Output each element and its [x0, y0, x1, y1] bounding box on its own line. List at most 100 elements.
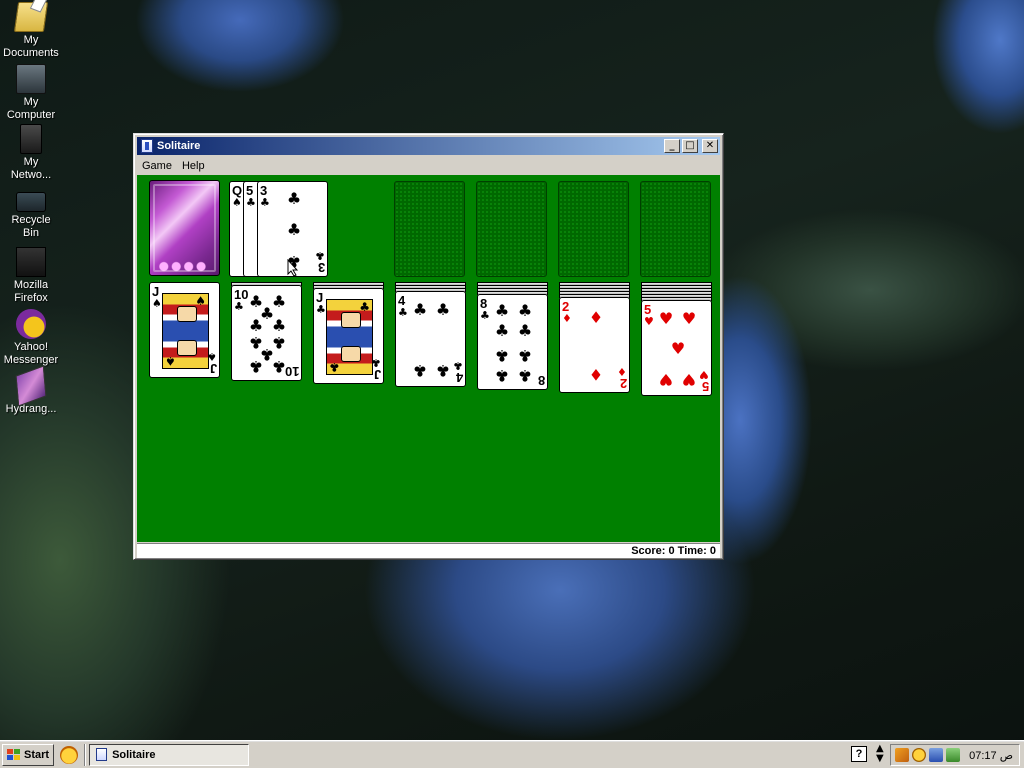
- taskbar-solitaire-button[interactable]: Solitaire: [89, 743, 250, 766]
- tray-expand-icon[interactable]: ▲ ▼: [876, 744, 884, 764]
- start-button[interactable]: Start: [2, 743, 55, 766]
- jack-face-art: ♣ ♣: [326, 299, 373, 375]
- network-tray-icon[interactable]: [929, 748, 943, 762]
- club-pip-icon: ♣: [517, 321, 533, 340]
- card-rank: 3: [317, 260, 325, 275]
- club-pip-icon: ♣: [248, 357, 264, 376]
- card-rank: 5: [701, 379, 709, 394]
- club-icon: ♣: [359, 300, 370, 314]
- menu-bar: Game Help: [137, 156, 720, 175]
- diamond-icon: ♦: [617, 365, 627, 378]
- mouse-pointer-icon: [287, 259, 299, 277]
- tableau-2-ten-clubs[interactable]: 10 ♣ ♣ ♣ ♣ ♣ ♣ ♣ ♣ ♣ ♣ ♣ 10: [231, 285, 302, 381]
- desktop-icon-firefox[interactable]: Mozilla Firefox: [0, 247, 62, 305]
- club-pip-icon: ♣: [271, 316, 287, 335]
- windows-logo-icon: [7, 748, 21, 761]
- club-pip-icon: ♣: [494, 346, 510, 365]
- tableau-4-four-clubs[interactable]: 4 ♣ ♣ ♣ ♣ ♣ 4 ♣: [395, 291, 466, 387]
- card-rank: 4: [455, 370, 463, 385]
- club-pip-icon: ♣: [286, 189, 302, 208]
- foundation-slot-2[interactable]: [476, 181, 547, 277]
- taskbar-solitaire-label: Solitaire: [112, 748, 156, 761]
- clock[interactable]: 07:17 ص: [969, 749, 1019, 762]
- taskbar-separator: [84, 743, 87, 766]
- desktop-icon-label: Messenger: [3, 354, 59, 366]
- desktop-icon-label: Bin: [23, 227, 39, 239]
- desktop-icon-label: Computer: [6, 109, 56, 121]
- desktop-icon-my-documents[interactable]: My Documents: [0, 2, 62, 60]
- solitaire-window[interactable]: Solitaire _ □ ✕ Game Help Q ♠ 5 ♣ 3 ♣ ♣ …: [133, 133, 724, 560]
- tableau-1-jack-spades[interactable]: J ♠ ♠ ♠ J ♠: [149, 282, 220, 378]
- my-documents-icon: [13, 2, 49, 32]
- spade-icon: ♠: [152, 297, 162, 310]
- desktop-icon-label: My: [23, 156, 39, 168]
- network-icon: [20, 124, 42, 154]
- club-pip-icon: ♣: [494, 301, 510, 320]
- club-pip-icon: ♣: [286, 220, 302, 239]
- club-pip-icon: ♣: [517, 366, 533, 385]
- card-rank: 10: [284, 364, 299, 379]
- title-bar[interactable]: Solitaire _ □ ✕: [137, 137, 720, 155]
- maximize-button[interactable]: □: [682, 139, 698, 153]
- desktop-icon-label: Recycle: [11, 214, 51, 226]
- game-table[interactable]: Q ♠ 5 ♣ 3 ♣ ♣ ♣ ♣ 3 ♣ J ♠ ♠ ♠ J ♠ 10 ♣ ♣…: [137, 175, 720, 542]
- menu-game[interactable]: Game: [137, 160, 177, 172]
- club-pip-icon: ♣: [435, 361, 451, 380]
- club-icon: ♣: [329, 360, 340, 374]
- recycle-bin-icon: [16, 192, 46, 212]
- diamond-pip-icon: ♦: [588, 308, 604, 327]
- diamond-pip-icon: ♦: [588, 365, 604, 384]
- close-button[interactable]: ✕: [702, 139, 718, 153]
- diamond-icon: ♦: [562, 312, 572, 325]
- smiley-tray-icon[interactable]: [912, 748, 926, 762]
- tableau-5-eight-clubs[interactable]: 8 ♣ ♣ ♣ ♣ ♣ ♣ ♣ ♣ ♣ 8: [477, 294, 548, 390]
- firefox-icon: [16, 247, 46, 277]
- desktop-icon-label: Yahoo!: [13, 341, 49, 353]
- solitaire-app-icon[interactable]: [141, 139, 153, 153]
- tableau-6-two-diamonds[interactable]: 2 ♦ ♦ ♦ 2 ♦: [559, 297, 630, 393]
- card-rank: J: [209, 361, 217, 376]
- my-computer-icon: [16, 64, 46, 94]
- club-icon: ♣: [453, 359, 463, 372]
- score-time-status: Score: 0 Time: 0: [631, 545, 716, 557]
- club-pip-icon: ♣: [248, 316, 264, 335]
- desktop-icon-yahoo-messenger[interactable]: Yahoo! Messenger: [0, 309, 62, 367]
- volume-tray-icon[interactable]: [946, 748, 960, 762]
- club-icon: ♣: [246, 196, 256, 209]
- solitaire-app-icon: [96, 748, 108, 761]
- menu-help[interactable]: Help: [177, 160, 210, 172]
- messenger-tray-icon[interactable]: [895, 748, 909, 762]
- card-rank: 2: [619, 376, 627, 391]
- heart-pip-icon: ♥: [658, 370, 674, 389]
- foundation-slot-4[interactable]: [640, 181, 711, 277]
- yahoo-messenger-icon: [16, 309, 46, 339]
- system-tray: 07:17 ص: [890, 744, 1020, 766]
- help-icon[interactable]: ?: [851, 746, 867, 762]
- club-icon: ♣: [260, 196, 270, 209]
- desktop-icon-label: Documents: [3, 47, 59, 59]
- desktop-icon-hydrangea[interactable]: Hydrang...: [0, 365, 62, 416]
- club-icon: ♣: [398, 306, 408, 319]
- start-label: Start: [24, 748, 50, 761]
- tableau-7-five-hearts[interactable]: 5 ♥ ♥ ♥ ♥ ♥ ♥ 5 ♥: [641, 300, 712, 396]
- club-icon: ♣: [315, 249, 325, 262]
- spade-icon: ♠: [165, 354, 176, 368]
- foundation-slot-1[interactable]: [394, 181, 465, 277]
- stock-pile[interactable]: [149, 180, 220, 276]
- minimize-button[interactable]: _: [664, 139, 680, 153]
- desktop-icon-label: Netwo...: [10, 169, 52, 181]
- desktop-icon-network[interactable]: My Netwo...: [0, 124, 62, 182]
- foundation-slot-3[interactable]: [558, 181, 629, 277]
- heart-pip-icon: ♥: [658, 309, 674, 328]
- desktop-icon-my-computer[interactable]: My Computer: [0, 64, 62, 122]
- hydrangea-file-icon: [15, 365, 47, 407]
- card-rank: 8: [537, 373, 545, 388]
- tableau-3-jack-clubs[interactable]: J ♣ ♣ ♣ J ♣: [313, 288, 384, 384]
- messenger-quicklaunch-icon[interactable]: [60, 745, 79, 764]
- club-pip-icon: ♣: [517, 301, 533, 320]
- desktop-icon-label: My: [23, 96, 39, 108]
- club-pip-icon: ♣: [517, 346, 533, 365]
- club-pip-icon: ♣: [494, 366, 510, 385]
- desktop-icon-recycle-bin[interactable]: Recycle Bin: [0, 186, 62, 240]
- desktop-icon-label: Hydrang...: [5, 403, 57, 415]
